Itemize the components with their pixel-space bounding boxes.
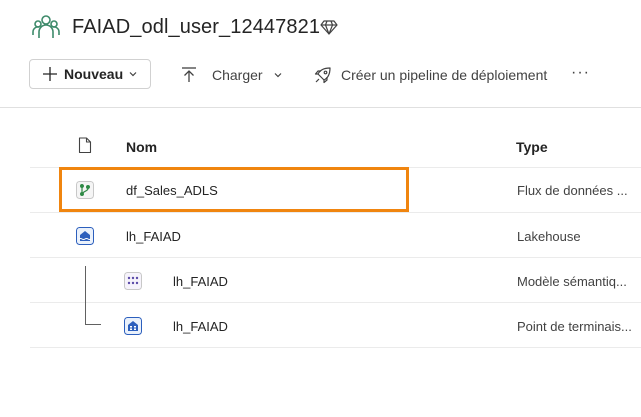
semantic-model-icon [124, 272, 142, 290]
tree-connector [85, 266, 101, 325]
chevron-down-icon [274, 73, 282, 78]
item-name[interactable]: lh_FAIAD [173, 274, 228, 289]
create-pipeline-button[interactable]: Créer un pipeline de déploiement [314, 66, 547, 84]
workspace-people-icon [32, 15, 60, 38]
new-button-label: Nouveau [64, 66, 124, 82]
lakehouse-icon [76, 227, 94, 245]
rocket-icon [314, 67, 331, 84]
item-type: Lakehouse [517, 229, 581, 244]
item-name[interactable]: lh_FAIAD [173, 319, 228, 334]
row-divider [30, 347, 641, 348]
toolbar-divider [0, 107, 641, 108]
more-options-button[interactable]: ··· [571, 64, 590, 82]
column-header-type[interactable]: Type [516, 139, 548, 155]
upload-button[interactable]: Charger [180, 66, 283, 84]
highlight-box [59, 167, 409, 212]
new-button[interactable]: Nouveau [29, 59, 151, 89]
file-type-icon [78, 137, 92, 154]
diamond-icon [320, 20, 338, 35]
chevron-down-icon [129, 72, 137, 77]
item-type: Modèle sémantiq... [517, 274, 627, 289]
column-header-name[interactable]: Nom [126, 139, 157, 155]
upload-button-label: Charger [212, 67, 263, 83]
upload-icon [182, 67, 196, 82]
item-name[interactable]: lh_FAIAD [126, 229, 181, 244]
item-type: Point de terminais... [517, 319, 632, 334]
plus-icon [43, 67, 57, 81]
sql-endpoint-icon [124, 317, 142, 335]
workspace-title: FAIAD_odl_user_12447821 [72, 16, 321, 38]
item-type: Flux de données ... [517, 183, 628, 198]
create-pipeline-label: Créer un pipeline de déploiement [341, 67, 548, 83]
